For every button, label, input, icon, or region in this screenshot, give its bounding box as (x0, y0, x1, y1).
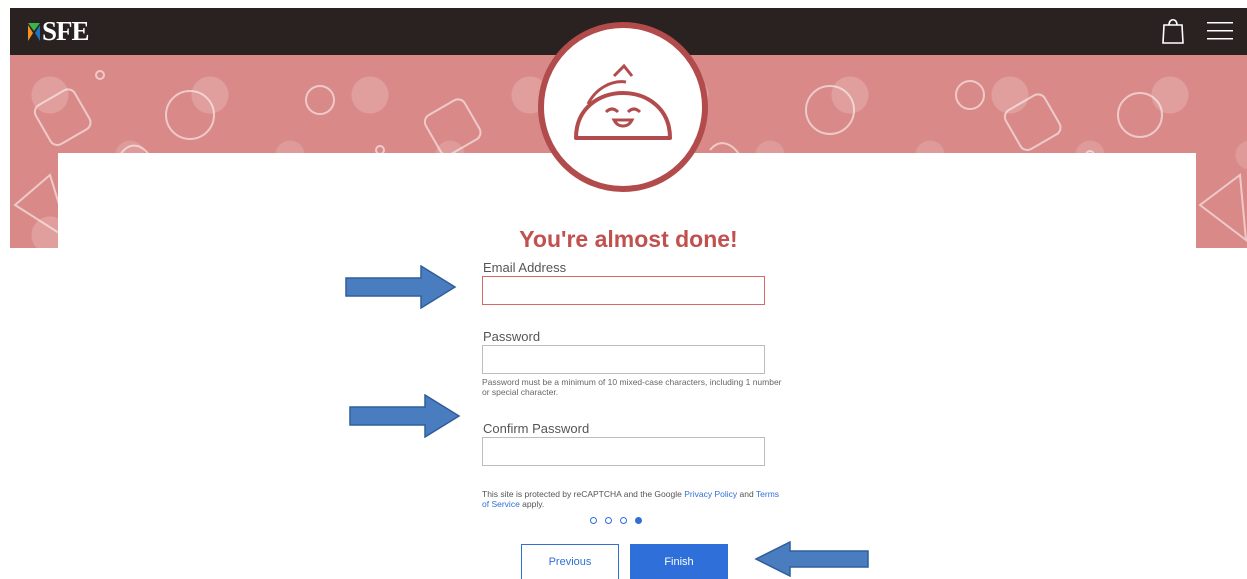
step-indicator (590, 517, 642, 524)
finish-button[interactable]: Finish (630, 544, 728, 579)
email-field[interactable] (482, 276, 765, 305)
page-frame: SFE You're almost done! Email Address Pa… (10, 8, 1247, 579)
logo-text: SFE (42, 16, 90, 46)
confirm-password-field[interactable] (482, 437, 765, 466)
brand-logo[interactable]: SFE (28, 16, 90, 47)
step-dot-2 (605, 517, 612, 524)
shopping-bag-icon (1162, 18, 1184, 44)
password-hint: Password must be a minimum of 10 mixed-c… (482, 377, 782, 397)
step-dot-3 (620, 517, 627, 524)
step-dot-1 (590, 517, 597, 524)
annotation-arrow-email (345, 265, 457, 309)
page-title: You're almost done! (519, 226, 738, 252)
annotation-arrow-finish (754, 541, 869, 577)
step-dot-4 (635, 517, 642, 524)
privacy-policy-link[interactable]: Privacy Policy (684, 489, 737, 499)
recaptcha-text: This site is protected by reCAPTCHA and … (482, 489, 685, 499)
hamburger-menu-icon (1207, 22, 1233, 40)
password-label: Password (483, 329, 541, 344)
email-label: Email Address (483, 260, 567, 275)
taco-icon (574, 63, 672, 140)
recaptcha-and-text: and (737, 489, 756, 499)
password-field[interactable] (482, 345, 765, 374)
hamburger-menu-button[interactable] (1207, 20, 1233, 42)
confirm-password-label: Confirm Password (483, 421, 590, 436)
recaptcha-apply-text: apply. (519, 499, 545, 509)
previous-button[interactable]: Previous (521, 544, 619, 579)
logo-mark-icon (28, 23, 40, 41)
annotation-arrow-confirm (349, 394, 461, 438)
recaptcha-notice: This site is protected by reCAPTCHA and … (482, 489, 782, 509)
taco-badge (538, 22, 708, 192)
shopping-bag-button[interactable] (1161, 16, 1187, 46)
